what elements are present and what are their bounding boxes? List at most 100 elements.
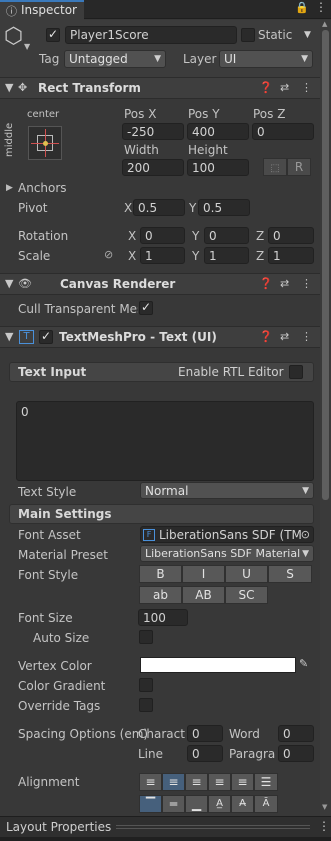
align-left-button[interactable]: ≡ [139,773,162,791]
rot-x-field[interactable]: 0 [140,227,185,244]
tab-inspector-label: Inspector [21,3,77,17]
style-underline-button[interactable]: U [225,565,268,583]
text-style-dropdown[interactable]: Normal ▼ [140,482,314,499]
gameobject-icon-dropdown[interactable]: ▼ [24,42,30,51]
align-flush-button[interactable]: ≡ [231,773,254,791]
tmp-enabled-checkbox[interactable] [39,329,53,344]
rot-z-field[interactable]: 0 [268,227,314,244]
layout-menu-icon[interactable]: ⋮ [318,819,330,833]
style-bold-button[interactable]: B [139,565,182,583]
style-italic-button[interactable]: I [182,565,225,583]
chevron-down-icon: ▼ [301,54,308,64]
help-icon[interactable]: ❓ [259,277,273,290]
override-tags-label: Override Tags [18,699,101,713]
foldout-arrow-icon[interactable]: ▼ [5,277,13,290]
valign-baseline-button[interactable]: A̲ [208,795,231,813]
valign-midline-button[interactable]: A̶ [231,795,254,813]
valign-capline-button[interactable]: Ā [254,795,278,813]
layer-dropdown[interactable]: UI ▼ [219,50,313,68]
rect-transform-header[interactable]: ▼ ✥ Rect Transform ❓ ⇄ ⋮ [0,77,320,99]
width-field[interactable]: 200 [122,159,184,176]
width-label: Width [124,143,159,157]
static-dropdown-icon[interactable]: ▼ [304,30,311,40]
object-name-field[interactable]: Player1Score [65,26,237,44]
inspector-icon: ⓘ [6,5,17,18]
scale-y-field[interactable]: 1 [204,247,249,264]
style-strikethrough-button[interactable]: S [268,565,312,583]
pivot-y-label: Y [189,201,197,215]
object-active-checkbox[interactable] [46,27,60,42]
anchors-foldout-icon[interactable]: ▶ [6,183,13,193]
main-settings-title: Main Settings [18,507,112,521]
presets-icon[interactable]: ⇄ [280,330,289,343]
canvas-renderer-header[interactable]: ▼ 👁 Canvas Renderer ❓ ⇄ ⋮ [0,273,320,295]
drag-handle[interactable] [116,825,310,829]
layout-properties-bar[interactable]: Layout Properties ⋮ [0,816,331,837]
chevron-down-icon: ▼ [302,486,309,496]
constrain-proportions-icon[interactable]: ⊘ [104,248,113,261]
material-preset-dropdown[interactable]: LiberationSans SDF Material ▼ [140,545,314,562]
lock-icon[interactable]: 🔒 [295,1,309,14]
presets-icon[interactable]: ⇄ [280,277,289,290]
scale-z-field[interactable]: 1 [268,247,314,264]
style-smallcaps-button[interactable]: SC [225,586,268,604]
style-uppercase-button[interactable]: AB [182,586,225,604]
scale-x-field[interactable]: 1 [140,247,185,264]
scrollbar-thumb[interactable] [322,30,329,500]
text-input-area[interactable]: 0 [16,401,314,481]
auto-size-label: Auto Size [33,631,90,645]
posy-field[interactable]: 400 [187,123,249,140]
character-spacing-field[interactable]: 0 [187,725,223,742]
color-gradient-checkbox[interactable] [139,678,153,692]
eyedropper-icon[interactable]: ✎ [299,657,308,670]
character-spacing-label: Characte [138,727,185,741]
height-field[interactable]: 100 [187,159,249,176]
align-right-button[interactable]: ≡ [185,773,208,791]
font-asset-field[interactable]: F LiberationSans SDF (TMI ⊙ [140,526,314,543]
foldout-arrow-icon[interactable]: ▼ [5,330,13,343]
line-spacing-field[interactable]: 0 [187,745,223,762]
foldout-arrow-icon[interactable]: ▼ [5,81,13,94]
valign-middle-button[interactable]: ═ [162,795,185,813]
raw-edit-button[interactable]: R [287,158,311,176]
anchors-label[interactable]: Anchors [18,181,67,195]
rot-y-field[interactable]: 0 [204,227,249,244]
tag-dropdown[interactable]: Untagged ▼ [64,50,166,68]
tab-inspector[interactable]: ⓘ Inspector [0,0,84,20]
tmp-header[interactable]: ▼ T TextMeshPro - Text (UI) ❓ ⇄ ⋮ [0,326,320,348]
static-checkbox[interactable] [241,28,255,42]
context-menu-icon[interactable]: ⋮ [301,277,312,290]
auto-size-checkbox[interactable] [139,630,153,644]
anchor-presets-button[interactable] [28,126,62,160]
override-tags-checkbox[interactable] [139,698,153,712]
context-menu-icon[interactable]: ⋮ [301,81,312,94]
vertex-color-swatch[interactable] [140,657,296,673]
word-spacing-field[interactable]: 0 [278,725,314,742]
align-geometry-center-button[interactable]: ☰ [254,773,278,791]
help-icon[interactable]: ❓ [259,81,273,94]
rtl-editor-checkbox[interactable] [289,365,303,379]
font-asset-icon: F [143,529,155,541]
scroll-up-icon[interactable]: ▲ [322,20,327,28]
posx-field[interactable]: -250 [122,123,184,140]
help-icon[interactable]: ❓ [259,330,273,343]
pivot-y-field[interactable]: 0.5 [198,199,250,216]
font-size-field[interactable]: 100 [138,609,188,626]
valign-bottom-button[interactable]: ▁ [185,795,208,813]
spacing-options-label: Spacing Options (em) [18,727,149,741]
cull-transparent-checkbox[interactable] [139,300,153,315]
posz-field[interactable]: 0 [252,123,314,140]
object-picker-icon[interactable]: ⊙ [300,527,310,542]
pivot-x-field[interactable]: 0.5 [133,199,185,216]
paragraph-spacing-field[interactable]: 0 [278,745,314,762]
style-lowercase-button[interactable]: ab [139,586,182,604]
blueprint-mode-button[interactable]: ⬚ [263,158,287,176]
scale-y-label: Y [192,249,200,263]
context-menu-icon[interactable]: ⋮ [301,330,312,343]
valign-top-button[interactable]: ▔ [139,795,162,813]
align-center-button[interactable]: ≡ [162,773,185,791]
scroll-down-icon[interactable]: ▼ [322,803,327,811]
align-justify-button[interactable]: ≡ [208,773,231,791]
tab-menu-icon[interactable]: ⋮ [315,0,327,14]
presets-icon[interactable]: ⇄ [280,81,289,94]
